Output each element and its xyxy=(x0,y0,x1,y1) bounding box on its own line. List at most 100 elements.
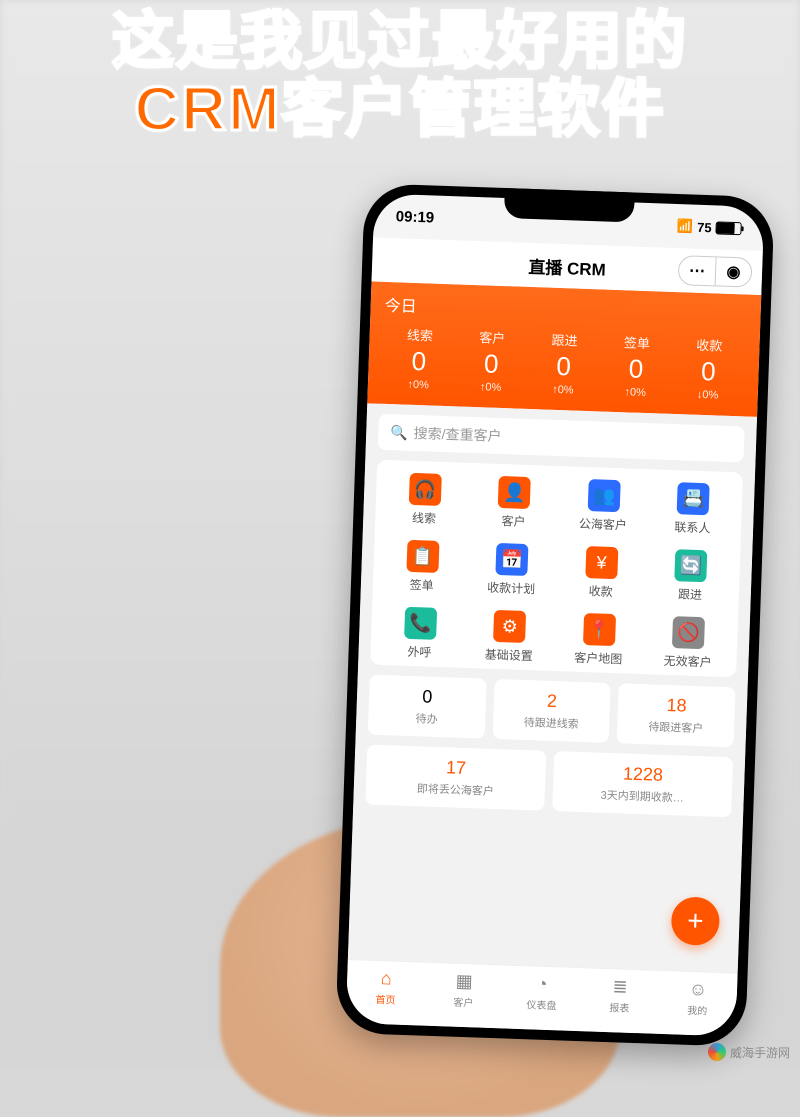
stat-delta: ↑0% xyxy=(599,385,672,400)
stats-row: 线索 0 ↑0%客户 0 ↑0%跟进 0 ↑0%签单 0 ↑0%收款 0 ↓0% xyxy=(382,324,746,403)
menu-item-客户地图[interactable]: 📍 客户地图 xyxy=(553,612,644,668)
battery-pct: 75 xyxy=(697,219,712,234)
menu-icon: 🚫 xyxy=(672,616,705,649)
menu-label: 客户 xyxy=(501,512,526,530)
navbar-capsule: ⋯ ◉ xyxy=(678,255,753,288)
menu-item-联系人[interactable]: 📇 联系人 xyxy=(647,481,738,537)
overlay-title: 这是我见过最好用的 CRM客户管理软件 xyxy=(0,8,800,144)
menu-label: 跟进 xyxy=(678,585,703,603)
menu-item-线索[interactable]: 🎧 线索 xyxy=(379,472,470,528)
stat-label: 签单 xyxy=(600,331,673,353)
miniapp-close-button[interactable]: ◉ xyxy=(715,257,752,286)
search-placeholder: 搜索/查重客户 xyxy=(413,423,502,446)
signal-icon: 📶 xyxy=(677,218,694,235)
tab-icon: ≣ xyxy=(612,976,628,998)
menu-label: 联系人 xyxy=(674,518,711,536)
tab-icon: ☺ xyxy=(688,978,707,1000)
overlay-line1: 这是我见过最好用的 xyxy=(0,8,800,76)
card-number: 0 xyxy=(375,685,480,710)
menu-item-外呼[interactable]: 📞 外呼 xyxy=(374,606,465,662)
navbar-title: 直播 CRM xyxy=(528,252,606,280)
menu-icon: 📋 xyxy=(406,540,439,573)
stat-col-4[interactable]: 收款 0 ↓0% xyxy=(671,334,746,402)
menu-item-收款[interactable]: ¥ 收款 xyxy=(556,545,647,601)
tab-label: 报表 xyxy=(609,999,630,1015)
content-area: 🔍 搜索/查重客户 🎧 线索👤 客户👥 公海客户📇 联系人📋 签单📅 收款计划¥… xyxy=(348,403,757,972)
overlay-line2: CRM客户管理软件 xyxy=(0,76,800,144)
menu-item-客户[interactable]: 👤 客户 xyxy=(468,475,559,531)
stat-col-3[interactable]: 签单 0 ↑0% xyxy=(599,331,674,399)
menu-icon: 📅 xyxy=(496,543,529,576)
card-number: 2 xyxy=(499,689,604,714)
search-icon: 🔍 xyxy=(390,424,408,442)
dashboard-card[interactable]: 18 待跟进客户 xyxy=(617,683,736,747)
stat-label: 客户 xyxy=(456,326,529,348)
menu-label: 无效客户 xyxy=(663,652,712,671)
menu-icon: ⚙ xyxy=(493,610,526,643)
stat-col-0[interactable]: 线索 0 ↑0% xyxy=(382,324,457,392)
watermark: 威海手游网 xyxy=(708,1043,790,1061)
tab-仪表盘[interactable]: ◔ 仪表盘 xyxy=(502,965,582,1019)
menu-label: 签单 xyxy=(409,576,434,594)
menu-label: 外呼 xyxy=(407,643,432,661)
status-time: 09:19 xyxy=(396,208,435,226)
stat-col-2[interactable]: 跟进 0 ↑0% xyxy=(526,329,601,397)
menu-label: 客户地图 xyxy=(574,649,623,668)
tab-我的[interactable]: ☺ 我的 xyxy=(658,971,738,1025)
dashboard-card[interactable]: 2 待跟进线索 xyxy=(492,679,611,743)
menu-icon: 🎧 xyxy=(409,473,442,506)
watermark-logo-icon xyxy=(708,1043,726,1061)
menu-label: 基础设置 xyxy=(485,646,534,665)
stat-value: 0 xyxy=(672,355,745,389)
stat-delta: ↓0% xyxy=(671,388,744,403)
tab-客户[interactable]: ▦ 客户 xyxy=(424,963,504,1017)
menu-item-收款计划[interactable]: 📅 收款计划 xyxy=(466,542,557,598)
dashboard-row2: 17 即将丢公海客户1228 3天内到期收款… xyxy=(365,745,733,818)
menu-label: 收款 xyxy=(588,582,613,600)
tab-报表[interactable]: ≣ 报表 xyxy=(580,968,660,1022)
tab-label: 客户 xyxy=(453,993,474,1009)
menu-item-签单[interactable]: 📋 签单 xyxy=(377,539,468,595)
menu-icon: ¥ xyxy=(585,546,618,579)
card-label: 待办 xyxy=(374,709,479,729)
phone-notch xyxy=(504,188,635,223)
menu-icon: 👤 xyxy=(498,476,531,509)
menu-icon: 📍 xyxy=(583,613,616,646)
tab-label: 仪表盘 xyxy=(526,996,557,1012)
phone-frame: 09:19 📶 75 直播 CRM ⋯ ◉ 今日 线索 0 ↑0%客户 0 ↑0… xyxy=(335,183,774,1047)
stat-value: 0 xyxy=(527,350,600,384)
tab-label: 首页 xyxy=(375,990,396,1006)
today-panel: 今日 线索 0 ↑0%客户 0 ↑0%跟进 0 ↑0%签单 0 ↑0%收款 0 … xyxy=(367,281,761,417)
stat-value: 0 xyxy=(382,345,455,379)
dashboard-card[interactable]: 1228 3天内到期收款… xyxy=(552,751,733,817)
today-label: 今日 xyxy=(384,292,747,329)
dashboard-card[interactable]: 17 即将丢公海客户 xyxy=(365,745,546,811)
search-input[interactable]: 🔍 搜索/查重客户 xyxy=(378,414,745,463)
phone-screen: 09:19 📶 75 直播 CRM ⋯ ◉ 今日 线索 0 ↑0%客户 0 ↑0… xyxy=(346,193,765,1036)
menu-icon: 👥 xyxy=(587,479,620,512)
miniapp-menu-button[interactable]: ⋯ xyxy=(679,256,716,285)
menu-grid: 🎧 线索👤 客户👥 公海客户📇 联系人📋 签单📅 收款计划¥ 收款🔄 跟进📞 外… xyxy=(370,460,743,678)
card-label: 待跟进客户 xyxy=(623,717,728,737)
menu-icon: 📞 xyxy=(404,607,437,640)
tab-首页[interactable]: ⌂ 首页 xyxy=(346,960,426,1014)
stat-label: 线索 xyxy=(383,324,456,346)
menu-item-无效客户[interactable]: 🚫 无效客户 xyxy=(643,615,734,671)
tab-icon: ◔ xyxy=(536,973,548,994)
stat-delta: ↑0% xyxy=(526,383,599,398)
menu-label: 公海客户 xyxy=(579,515,628,534)
menu-icon: 📇 xyxy=(677,482,710,515)
card-label: 3天内到期收款… xyxy=(559,785,726,807)
stat-delta: ↑0% xyxy=(454,380,527,395)
dashboard-row1: 0 待办2 待跟进线索18 待跟进客户 xyxy=(368,675,736,748)
menu-item-跟进[interactable]: 🔄 跟进 xyxy=(645,548,736,604)
battery-icon xyxy=(715,221,741,235)
tab-icon: ▦ xyxy=(455,970,473,992)
dashboard-card[interactable]: 0 待办 xyxy=(368,675,487,739)
menu-item-公海客户[interactable]: 👥 公海客户 xyxy=(558,478,649,534)
stat-col-1[interactable]: 客户 0 ↑0% xyxy=(454,326,529,394)
stat-delta: ↑0% xyxy=(382,378,455,393)
stat-value: 0 xyxy=(599,352,672,386)
menu-item-基础设置[interactable]: ⚙ 基础设置 xyxy=(464,609,555,665)
menu-icon: 🔄 xyxy=(675,549,708,582)
